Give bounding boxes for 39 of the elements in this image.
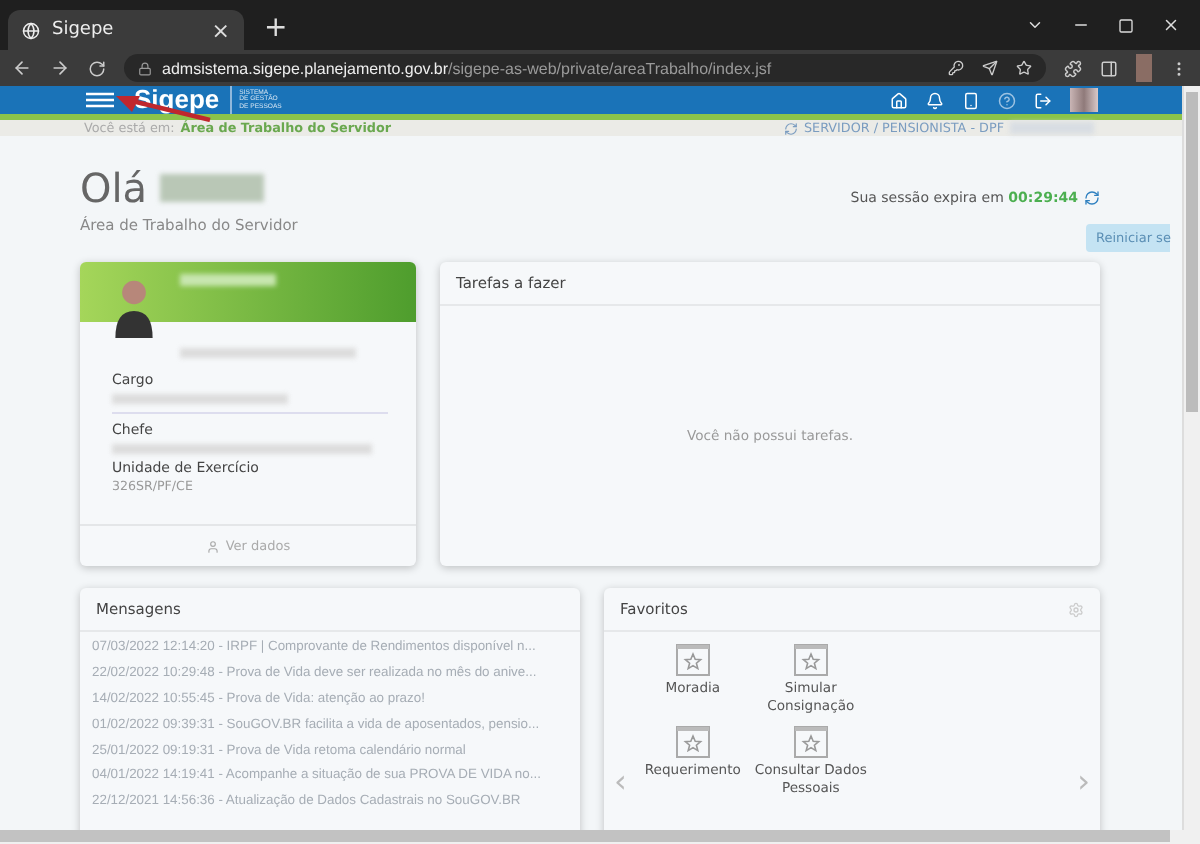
side-panel-icon[interactable]	[1100, 59, 1118, 77]
home-icon[interactable]	[890, 91, 908, 109]
address-bar[interactable]: admsistema.sigepe.planejamento.gov.br/sigepe-as-web/private/areaTrabalho/index.jsf	[124, 54, 1046, 82]
globe-icon	[22, 21, 40, 39]
star-window-icon	[675, 726, 710, 758]
url-text: admsistema.sigepe.planejamento.gov.br/sigepe-as-web/private/areaTrabalho/index.jsf	[162, 59, 772, 77]
next-button[interactable]: ›	[1077, 761, 1090, 799]
user-icon	[205, 539, 220, 553]
reload-icon[interactable]	[88, 59, 106, 77]
key-icon[interactable]	[948, 60, 964, 76]
star-window-icon	[675, 644, 710, 676]
close-tab-button[interactable]: ×	[211, 17, 230, 43]
redacted-name	[180, 274, 276, 286]
send-icon[interactable]	[982, 60, 998, 76]
help-icon[interactable]	[998, 91, 1016, 109]
greeting: Olá	[80, 164, 148, 212]
menu-icon[interactable]	[86, 92, 114, 108]
bell-icon[interactable]	[926, 91, 944, 109]
lock-icon	[138, 61, 152, 75]
new-tab-button[interactable]: +	[264, 12, 288, 44]
phone-icon[interactable]	[962, 91, 980, 109]
tab-search-icon[interactable]	[1026, 16, 1044, 34]
vertical-scrollbar[interactable]	[1182, 86, 1200, 830]
close-icon[interactable]	[1162, 16, 1180, 34]
redacted-name	[159, 174, 264, 202]
forward-icon[interactable]	[50, 58, 70, 78]
star-icon[interactable]	[1016, 60, 1032, 76]
refresh-icon[interactable]	[1084, 190, 1100, 206]
redacted-text	[1010, 122, 1094, 134]
previous-button[interactable]: ‹	[614, 761, 627, 799]
horizontal-scrollbar[interactable]	[0, 830, 1200, 844]
star-window-icon	[793, 644, 828, 676]
switch-icon[interactable]	[783, 121, 798, 135]
browser-tab[interactable]: Sigepe ×	[8, 10, 244, 50]
logout-icon[interactable]	[1034, 91, 1052, 109]
puzzle-icon[interactable]	[1064, 59, 1082, 77]
maximize-icon[interactable]	[1118, 17, 1134, 33]
back-icon[interactable]	[12, 58, 32, 78]
star-window-icon	[793, 726, 828, 758]
